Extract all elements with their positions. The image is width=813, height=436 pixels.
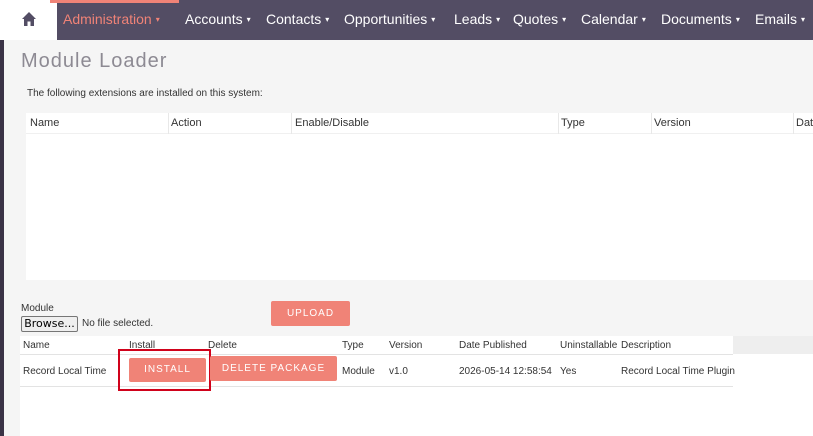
nav-accounts[interactable]: Accounts ▾ bbox=[185, 0, 251, 40]
module-loader-page: Module Loader The following extensions a… bbox=[4, 40, 813, 436]
package-uninstallable: Yes bbox=[560, 366, 577, 377]
column-header-delete: Delete bbox=[208, 340, 237, 351]
column-header-date: Dat bbox=[796, 117, 813, 129]
chevron-down-icon: ▾ bbox=[325, 15, 330, 24]
nav-administration[interactable]: Administration ▾ bbox=[63, 0, 160, 40]
upload-button[interactable]: UPLOAD bbox=[271, 301, 350, 326]
chevron-down-icon: ▾ bbox=[641, 15, 646, 24]
column-header-version: Version bbox=[654, 117, 691, 129]
column-divider bbox=[558, 113, 559, 134]
chevron-down-icon: ▾ bbox=[735, 15, 740, 24]
table-header-filler bbox=[733, 336, 813, 354]
chevron-down-icon: ▾ bbox=[496, 15, 501, 24]
module-label: Module bbox=[21, 303, 54, 314]
installed-extensions-table: Name Action Enable/Disable Type Version … bbox=[26, 113, 813, 280]
browse-button[interactable]: Browse... bbox=[21, 316, 78, 332]
intro-text: The following extensions are installed o… bbox=[27, 88, 263, 99]
table-header: Name Action Enable/Disable Type Version … bbox=[26, 113, 813, 134]
column-header-enable-disable: Enable/Disable bbox=[295, 117, 369, 129]
no-file-text: No file selected. bbox=[82, 318, 154, 329]
nav-contacts[interactable]: Contacts ▾ bbox=[266, 0, 329, 40]
column-divider bbox=[291, 113, 292, 134]
column-divider bbox=[651, 113, 652, 134]
package-description: Record Local Time Plugin bbox=[621, 366, 735, 377]
column-header-type: Type bbox=[342, 340, 364, 351]
chevron-down-icon: ▾ bbox=[246, 15, 251, 24]
nav-documents[interactable]: Documents ▾ bbox=[661, 0, 740, 40]
chevron-down-icon: ▾ bbox=[801, 15, 806, 24]
nav-leads[interactable]: Leads ▾ bbox=[454, 0, 500, 40]
delete-package-button[interactable]: DELETE PACKAGE bbox=[210, 356, 337, 381]
nav-quotes[interactable]: Quotes ▾ bbox=[513, 0, 566, 40]
column-header-type: Type bbox=[561, 117, 585, 129]
home-icon bbox=[22, 12, 36, 26]
column-header-version: Version bbox=[389, 340, 423, 351]
package-type: Module bbox=[342, 366, 375, 377]
nav-emails[interactable]: Emails ▾ bbox=[755, 0, 805, 40]
home-button[interactable] bbox=[0, 0, 57, 40]
column-divider bbox=[168, 113, 169, 134]
nav-calendar[interactable]: Calendar ▾ bbox=[581, 0, 646, 40]
table-row: Record Local Time INSTALL DELETE PACKAGE… bbox=[20, 349, 735, 391]
chevron-down-icon: ▾ bbox=[431, 15, 436, 24]
package-date-published: 2026-05-14 12:58:54 bbox=[459, 366, 552, 377]
package-version: v1.0 bbox=[389, 366, 408, 377]
chevron-down-icon: ▾ bbox=[562, 15, 567, 24]
package-name: Record Local Time bbox=[23, 366, 107, 377]
column-header-name: Name bbox=[23, 340, 50, 351]
packages-table: Name Install Delete Type Version Date Pu… bbox=[20, 336, 813, 436]
column-header-action: Action bbox=[171, 117, 202, 129]
chevron-down-icon: ▾ bbox=[155, 15, 160, 24]
nav-opportunities[interactable]: Opportunities ▾ bbox=[344, 0, 435, 40]
top-navbar: Administration ▾ Accounts ▾ Contacts ▾ Oppo… bbox=[0, 0, 813, 40]
column-header-date-published: Date Published bbox=[459, 340, 527, 351]
highlight-box bbox=[118, 349, 211, 391]
page-title: Module Loader bbox=[21, 50, 168, 72]
column-header-uninstallable: Uninstallable bbox=[560, 340, 618, 351]
column-divider bbox=[793, 113, 794, 134]
column-header-description: Description bbox=[621, 340, 672, 351]
column-header-name: Name bbox=[30, 117, 60, 129]
